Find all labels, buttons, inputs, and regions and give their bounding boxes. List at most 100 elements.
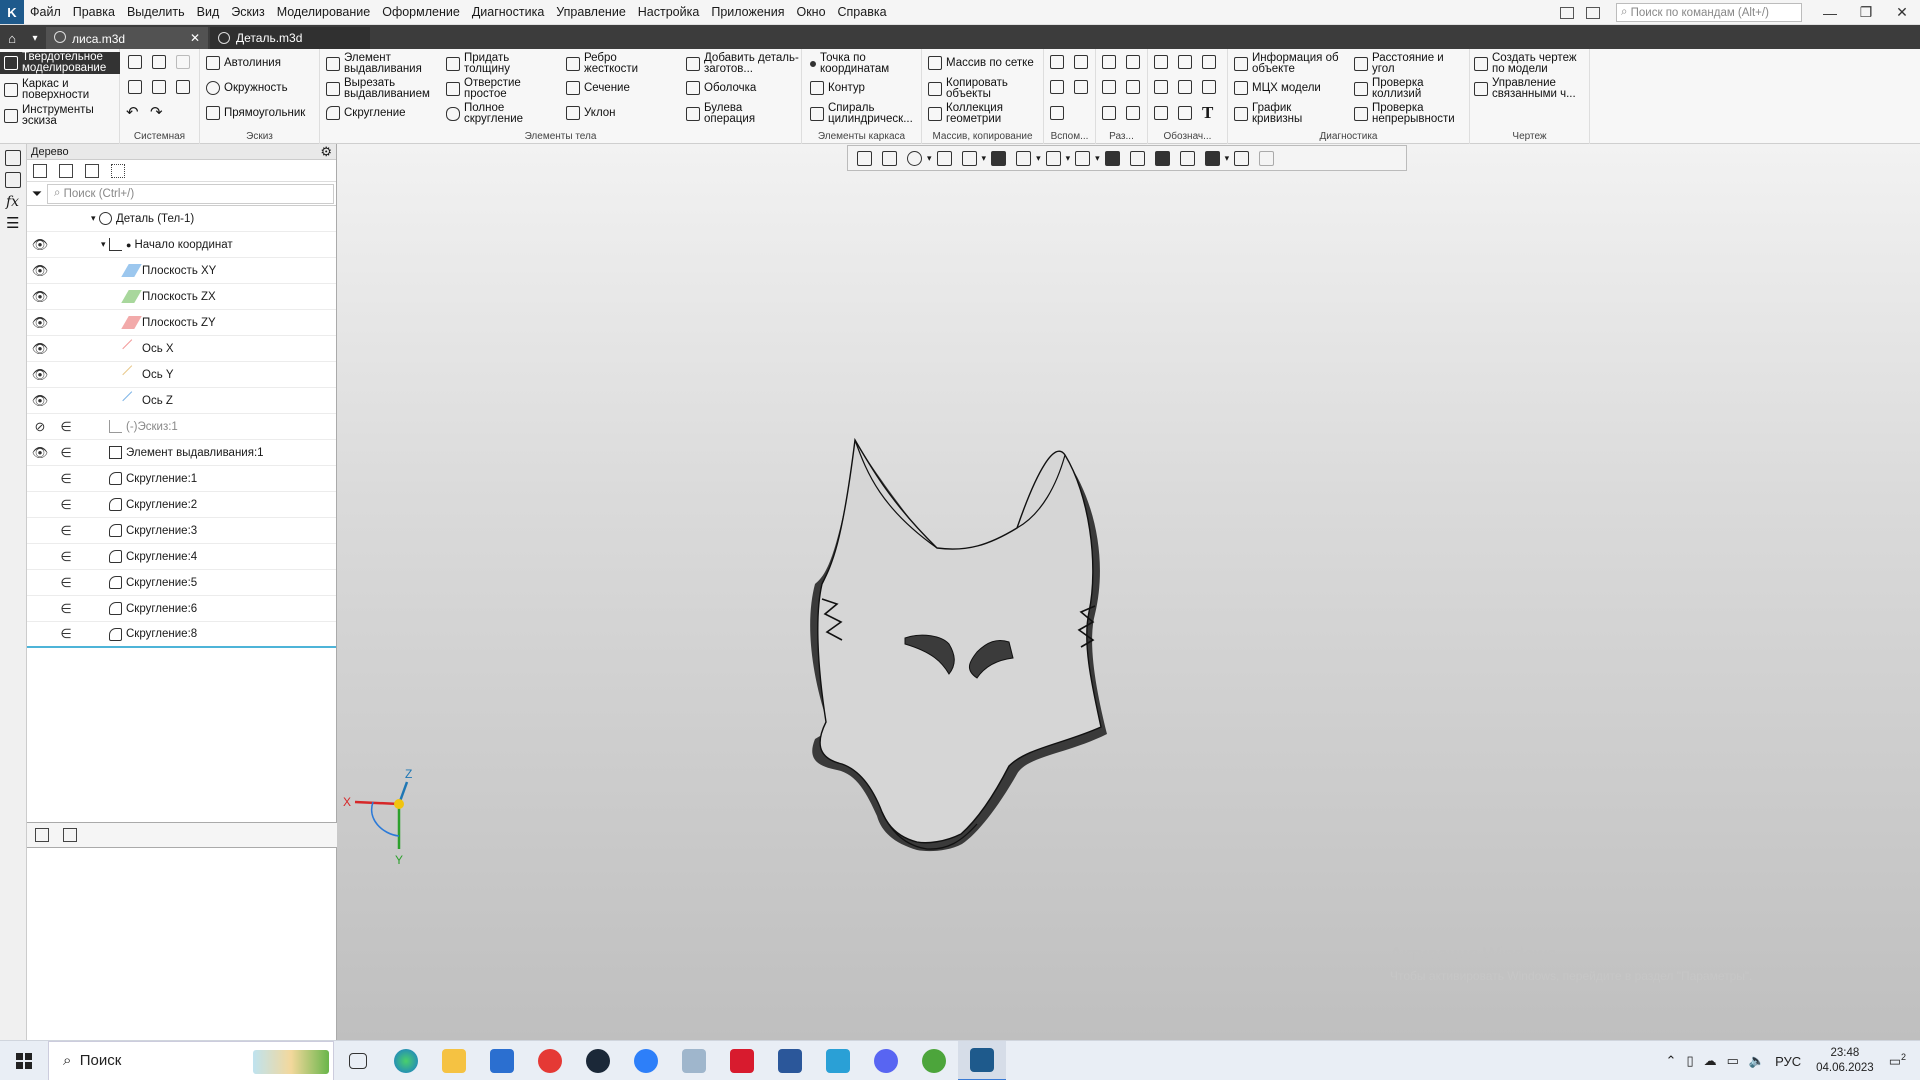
menu-edit[interactable]: Правка [67, 0, 121, 25]
menu-help[interactable]: Справка [832, 0, 893, 25]
thicken-button[interactable]: Придать толщину [446, 52, 546, 75]
eraser-icon[interactable] [1259, 150, 1275, 166]
menu-design[interactable]: Оформление [376, 0, 466, 25]
cut-extrude-button[interactable]: Вырезать выдавливанием [326, 77, 436, 100]
menu-modeling[interactable]: Моделирование [271, 0, 377, 25]
tree-view-sequence-icon[interactable] [59, 163, 73, 178]
menu-sketch[interactable]: Эскиз [225, 0, 270, 25]
edge-app[interactable] [382, 1041, 430, 1080]
kompas-logo-icon[interactable]: K [0, 0, 24, 24]
aux-line-icon[interactable] [1050, 80, 1064, 94]
collapse-arrow-icon[interactable]: ▾ [79, 239, 109, 250]
text-icon[interactable]: T [1202, 103, 1213, 123]
point-coords-button[interactable]: Точка по координатам [810, 52, 920, 75]
tree-search-input[interactable]: ⌕ Поиск (Ctrl+/) [47, 183, 334, 204]
tree-row[interactable]: 👁 ∈ Элемент выдавливания:1 [27, 440, 336, 466]
discord-app[interactable] [862, 1041, 910, 1080]
extrude-button[interactable]: Элемент выдавливания [326, 52, 436, 75]
panel-layout-icon[interactable] [1560, 6, 1574, 19]
distance-angle-button[interactable]: Расстояние и угол [1354, 52, 1464, 75]
object-info-button[interactable]: Информация об объекте [1234, 52, 1354, 75]
tree-row[interactable]: 👁 Ось Y [27, 362, 336, 388]
section-button[interactable]: Сечение [566, 81, 630, 95]
open-folder-icon[interactable] [152, 55, 166, 69]
tree-row[interactable]: 👁 Плоскость XY [27, 258, 336, 284]
circle-button[interactable]: Окружность [206, 81, 288, 95]
perspective-icon[interactable] [1154, 150, 1170, 166]
aux-axis-icon[interactable] [1074, 55, 1088, 69]
save-icon[interactable] [176, 55, 190, 69]
mode-solid-button[interactable]: Твердотельное моделирование [0, 51, 120, 74]
menu-window[interactable]: Окно [790, 0, 831, 25]
print-icon[interactable] [128, 80, 142, 94]
hole-button[interactable]: Отверстие простое [446, 77, 546, 100]
full-fillet-button[interactable]: Полное скругление [446, 102, 546, 125]
notifications-icon[interactable]: ▭2 [1889, 1052, 1906, 1069]
menu-diagnostics[interactable]: Диагностика [466, 0, 550, 25]
thread-icon[interactable] [1154, 106, 1168, 120]
autoline-button[interactable]: Автолиния [206, 56, 281, 70]
adobe-app[interactable] [718, 1041, 766, 1080]
tab-detal[interactable]: Деталь.m3d [210, 27, 370, 49]
menu-view[interactable]: Вид [191, 0, 226, 25]
tree-row[interactable]: 👁 Плоскость ZX [27, 284, 336, 310]
mode-sketch-tools-button[interactable]: Инструменты эскиза [4, 104, 118, 127]
diameter-dim-icon[interactable] [1126, 80, 1140, 94]
tree-row[interactable]: ∈ Скругление:1 [27, 466, 336, 492]
variables-fx-icon[interactable]: fx [6, 194, 20, 210]
photos-app[interactable] [670, 1041, 718, 1080]
tree-panel-icon[interactable] [5, 150, 21, 166]
tree-row[interactable]: ▾ Деталь (Тел-1) [27, 206, 336, 232]
menu-control[interactable]: Управление [550, 0, 632, 25]
tree-view-structure-icon[interactable] [33, 163, 47, 178]
fillet-button[interactable]: Скругление [326, 106, 406, 120]
start-button[interactable] [0, 1041, 48, 1080]
menu-file[interactable]: Файл [24, 0, 67, 25]
copy-objects-button[interactable]: Копировать объекты [928, 77, 1038, 100]
store-app[interactable] [478, 1041, 526, 1080]
collapse-arrow-icon[interactable]: ▾ [79, 213, 99, 224]
language-indicator[interactable]: РУС [1775, 1054, 1801, 1069]
weld-icon[interactable] [1178, 106, 1192, 120]
visibility-eye-icon[interactable]: 👁 [27, 367, 53, 383]
auto-dim-icon[interactable] [1102, 106, 1116, 120]
snap-grid-icon[interactable] [857, 150, 872, 166]
tabs-dropdown-icon[interactable]: ▾ [24, 27, 46, 49]
hide-dropdown-icon[interactable]: ▾ [1066, 153, 1071, 164]
roughness-icon[interactable] [1202, 55, 1216, 69]
remote-app[interactable] [814, 1041, 862, 1080]
curvature-button[interactable]: График кривизны [1234, 102, 1334, 125]
rotate-icon[interactable] [936, 150, 952, 166]
tree-row[interactable]: 👁 ▾ ● Начало координат [27, 232, 336, 258]
selection-filter-icon[interactable] [1204, 150, 1220, 166]
tree-row[interactable]: 👁 Плоскость ZY [27, 310, 336, 336]
contour-button[interactable]: Контур [810, 81, 865, 95]
visibility-eye-icon[interactable]: 👁 [27, 445, 53, 461]
filter-dropdown-icon[interactable]: ▾ [1225, 153, 1230, 164]
panel-settings-gear-icon[interactable]: ⚙ [320, 144, 332, 160]
continuity-button[interactable]: Проверка непрерывности [1354, 102, 1470, 125]
tolerance-icon[interactable] [1154, 80, 1168, 94]
view-box-icon[interactable] [1129, 150, 1145, 166]
draft-button[interactable]: Уклон [566, 106, 616, 120]
create-drawing-button[interactable]: Создать чертеж по модели [1474, 52, 1588, 75]
tree-row[interactable]: ∈ Скругление:5 [27, 570, 336, 596]
leader-icon[interactable] [1154, 55, 1168, 69]
visibility-eye-icon[interactable]: 👁 [27, 289, 53, 305]
visibility-eye-icon[interactable]: 👁 [27, 263, 53, 279]
taskbar-search[interactable]: ⌕ Поиск [48, 1040, 334, 1080]
shaded-display-icon[interactable] [991, 150, 1007, 166]
menu-apps[interactable]: Приложения [705, 0, 790, 25]
tree-tab-icon[interactable] [35, 828, 49, 842]
home-icon[interactable]: ⌂ [0, 27, 24, 49]
tree-row[interactable]: ∈ Скругление:2 [27, 492, 336, 518]
yandex-app[interactable] [526, 1041, 574, 1080]
visibility-dropdown-icon[interactable]: ▾ [1095, 153, 1100, 164]
tree-row[interactable]: ∈ Скругление:3 [27, 518, 336, 544]
tree-view-relations-icon[interactable] [85, 163, 99, 178]
task-view-button[interactable] [334, 1041, 382, 1080]
volume-icon[interactable]: 🔈 [1749, 1053, 1765, 1069]
print-preview-icon[interactable] [152, 80, 166, 94]
visibility-eye-icon[interactable]: 👁 [27, 341, 53, 357]
model-viewport[interactable]: X Y Z Активация Windows Чтобы активирова… [337, 144, 1920, 1040]
